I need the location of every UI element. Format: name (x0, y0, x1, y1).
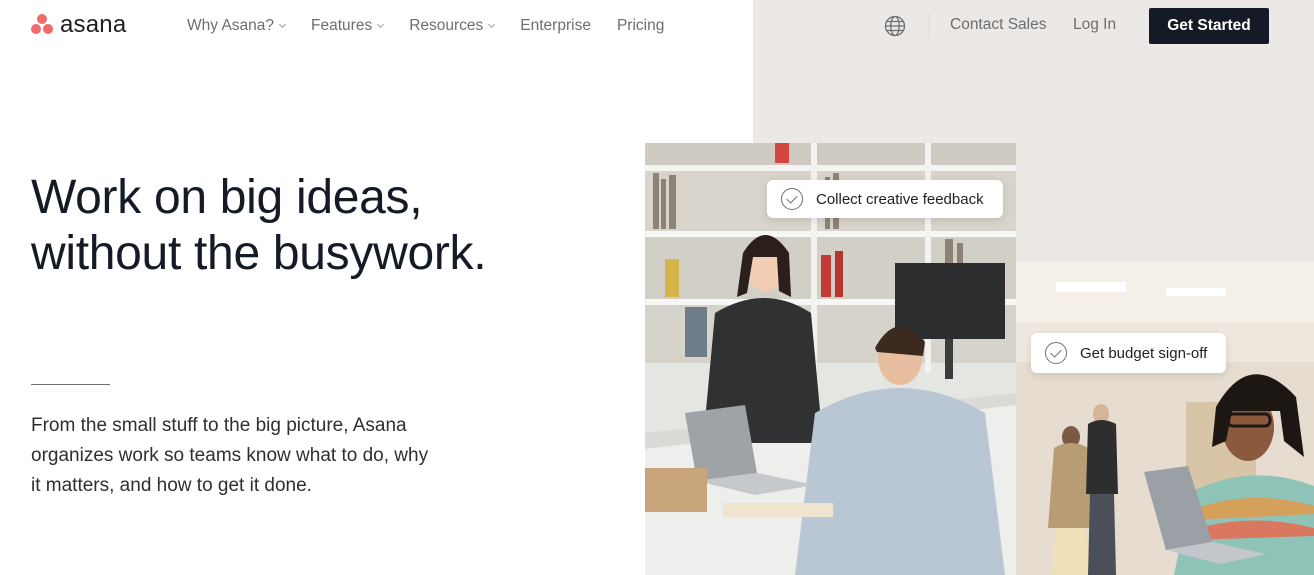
check-circle-icon[interactable] (1045, 342, 1067, 364)
menu-resources[interactable]: Resources (409, 16, 496, 36)
asana-wordmark: asana (60, 11, 127, 38)
contact-sales-link[interactable]: Contact Sales (950, 16, 1047, 34)
menu-why-asana-label: Why Asana? (187, 17, 275, 34)
check-circle-icon[interactable] (781, 188, 803, 210)
top-navigation: asana Why Asana? Features Resources Ente… (0, 0, 1314, 52)
hero-headline-line1: Work on big ideas, (31, 171, 423, 224)
nav-divider (929, 13, 930, 39)
budget-review-photo (1016, 262, 1314, 575)
hero-subtext: From the small stuff to the big picture,… (31, 415, 429, 496)
asana-logo[interactable]: asana (31, 13, 126, 37)
hero-headline-line2: without the busywork. (31, 227, 487, 280)
asana-logo-icon (31, 13, 54, 37)
chevron-down-icon (377, 20, 385, 29)
get-started-button[interactable]: Get Started (1149, 8, 1269, 44)
hero-divider (31, 384, 110, 385)
chevron-down-icon (488, 20, 496, 29)
task-card-budget-sign-off[interactable]: Get budget sign-off (1031, 333, 1227, 373)
menu-features[interactable]: Features (311, 16, 385, 36)
task-card-label: Get budget sign-off (1080, 344, 1208, 362)
menu-enterprise-label: Enterprise (520, 17, 591, 34)
menu-pricing-label: Pricing (616, 17, 665, 34)
task-card-label: Collect creative feedback (816, 190, 984, 208)
task-card-creative-feedback[interactable]: Collect creative feedback (767, 180, 1003, 218)
chevron-down-icon (278, 20, 287, 29)
menu-why-asana[interactable]: Why Asana? (187, 16, 287, 36)
landing-page: asana Why Asana? Features Resources Ente… (0, 0, 1314, 575)
menu-features-label: Features (311, 17, 373, 34)
globe-icon[interactable] (884, 15, 906, 37)
main-menu: Why Asana? Features Resources Enterprise… (187, 16, 690, 36)
log-in-link[interactable]: Log In (1073, 16, 1116, 34)
hero-headline: Work on big ideas, without the busywork. (31, 170, 591, 282)
menu-pricing[interactable]: Pricing (617, 16, 664, 36)
menu-resources-label: Resources (409, 17, 484, 34)
menu-enterprise[interactable]: Enterprise (520, 16, 591, 36)
